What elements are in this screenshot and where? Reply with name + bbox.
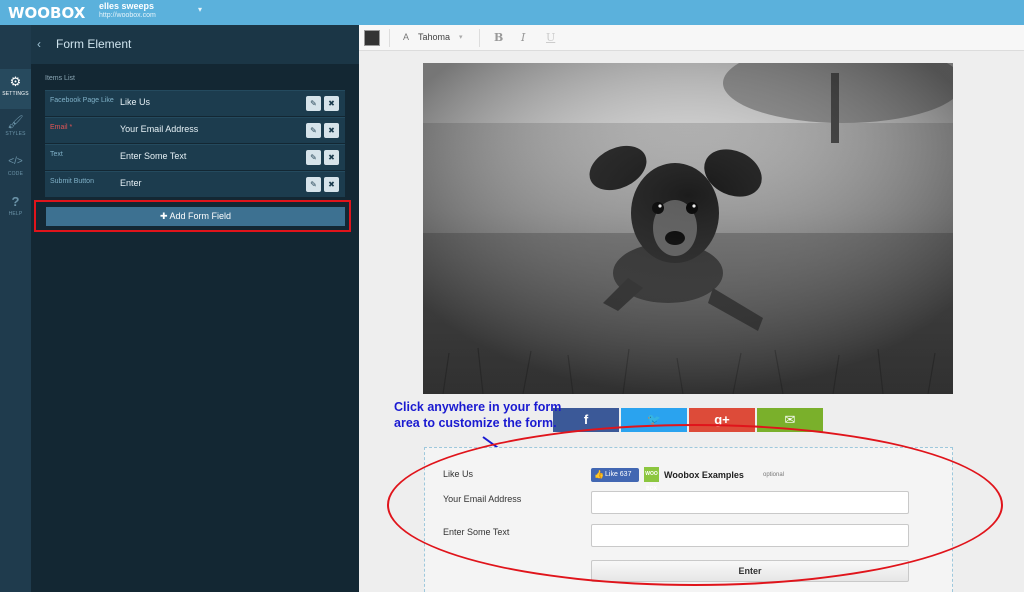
toolbar-divider	[389, 29, 390, 47]
items-list-label: Items List	[45, 75, 75, 82]
account-url: http://woobox.com	[99, 12, 156, 19]
delete-icon[interactable]: ✖	[324, 150, 339, 165]
page-name[interactable]: Woobox Examples	[664, 470, 744, 480]
editor-canvas[interactable]: A Tahoma ▾ B I U f 🐦 g+ ✉ Click anywhere…	[359, 25, 1024, 592]
edit-icon[interactable]: ✎	[306, 96, 321, 111]
email-share-button[interactable]: ✉	[757, 408, 823, 432]
chevron-down-icon[interactable]: ▾	[459, 33, 463, 41]
email-label: Your Email Address	[443, 494, 522, 504]
add-form-field-button[interactable]: ✚ Add Form Field	[46, 207, 345, 226]
google-plus-icon: g+	[714, 412, 730, 427]
add-field-highlight: ✚ Add Form Field	[34, 200, 351, 232]
list-item[interactable]: Text Enter Some Text ✎ ✖	[45, 144, 345, 170]
list-item[interactable]: Email * Your Email Address ✎ ✖	[45, 117, 345, 143]
email-field[interactable]	[591, 491, 909, 514]
delete-icon[interactable]: ✖	[324, 177, 339, 192]
toolbar-divider	[479, 29, 480, 47]
help-icon: ?	[11, 194, 20, 209]
font-select[interactable]: Tahoma	[418, 32, 450, 42]
edit-icon[interactable]: ✎	[306, 123, 321, 138]
rail-styles[interactable]: 🖌 STYLES	[0, 109, 31, 149]
optional-label: optional	[763, 472, 785, 478]
item-type: Text	[50, 151, 63, 158]
rail-settings[interactable]: ⚙ SETTINGS	[0, 69, 31, 109]
color-swatch[interactable]	[364, 30, 380, 46]
brush-icon: 🖌	[7, 114, 24, 129]
email-icon: ✉	[784, 412, 796, 427]
list-item[interactable]: Facebook Page Like Like Us ✎ ✖	[45, 90, 345, 116]
delete-icon[interactable]: ✖	[324, 96, 339, 111]
header-photo[interactable]	[423, 63, 953, 394]
list-item[interactable]: Submit Button Enter ✎ ✖	[45, 171, 345, 197]
item-value: Enter	[120, 178, 142, 188]
twitter-share-button[interactable]: 🐦	[621, 408, 687, 432]
rail-styles-label: STYLES	[5, 131, 26, 137]
back-chevron-icon[interactable]: ‹	[37, 37, 41, 51]
panel-title: Form Element	[56, 37, 132, 51]
callout-text: Click anywhere in your form area to cust…	[394, 400, 562, 430]
italic-button[interactable]: I	[521, 31, 525, 44]
rail-settings-label: SETTINGS	[2, 91, 29, 97]
twitter-icon: 🐦	[647, 414, 661, 426]
gear-icon: ⚙	[9, 74, 22, 89]
woobox-logo[interactable]: WOOBOX	[8, 4, 85, 22]
account-name[interactable]: elles sweeps	[99, 1, 154, 11]
thumbs-up-icon: 👍	[594, 470, 604, 479]
account-caret-icon[interactable]: ▾	[198, 5, 202, 14]
item-type: Facebook Page Like	[50, 97, 114, 104]
woobox-brand-logo: WOO BOX	[644, 467, 659, 492]
facebook-like-button[interactable]: 👍 Like 637	[591, 468, 639, 482]
rail-help-label: HELP	[8, 211, 23, 217]
rail-code-label: CODE	[7, 171, 24, 177]
facebook-icon: f	[583, 412, 589, 427]
icon-rail: ⚙ SETTINGS 🖌 STYLES </> CODE ? HELP	[0, 25, 31, 592]
item-value: Like Us	[120, 97, 151, 107]
edit-icon[interactable]: ✎	[306, 177, 321, 192]
text-field[interactable]	[591, 524, 909, 547]
form-element-panel: ‹ Form Element Items List Facebook Page …	[31, 25, 359, 592]
like-count: Like 637	[605, 471, 632, 478]
like-label: Like Us	[443, 469, 474, 479]
item-value: Enter Some Text	[120, 151, 187, 161]
rail-help[interactable]: ? HELP	[0, 189, 31, 229]
top-bar: WOOBOX elles sweeps http://woobox.com ▾	[0, 0, 1024, 25]
bold-button[interactable]: B	[494, 31, 503, 44]
submit-button[interactable]: Enter	[591, 560, 909, 582]
edit-icon[interactable]: ✎	[306, 150, 321, 165]
form-area[interactable]: Like Us 👍 Like 637 WOO BOX Woobox Exampl…	[424, 447, 953, 592]
text-label: Enter Some Text	[443, 527, 510, 537]
item-type: Submit Button	[50, 178, 94, 185]
item-type: Email *	[50, 124, 73, 131]
format-toolbar: A Tahoma ▾ B I U	[359, 25, 1024, 51]
panel-header: ‹ Form Element	[31, 25, 359, 64]
underline-button[interactable]: U	[546, 31, 555, 44]
item-value: Your Email Address	[120, 124, 199, 134]
google-plus-share-button[interactable]: g+	[689, 408, 755, 432]
code-icon: </>	[8, 156, 23, 167]
rail-code[interactable]: </> CODE	[0, 149, 31, 189]
font-icon: A	[403, 32, 410, 42]
delete-icon[interactable]: ✖	[324, 123, 339, 138]
